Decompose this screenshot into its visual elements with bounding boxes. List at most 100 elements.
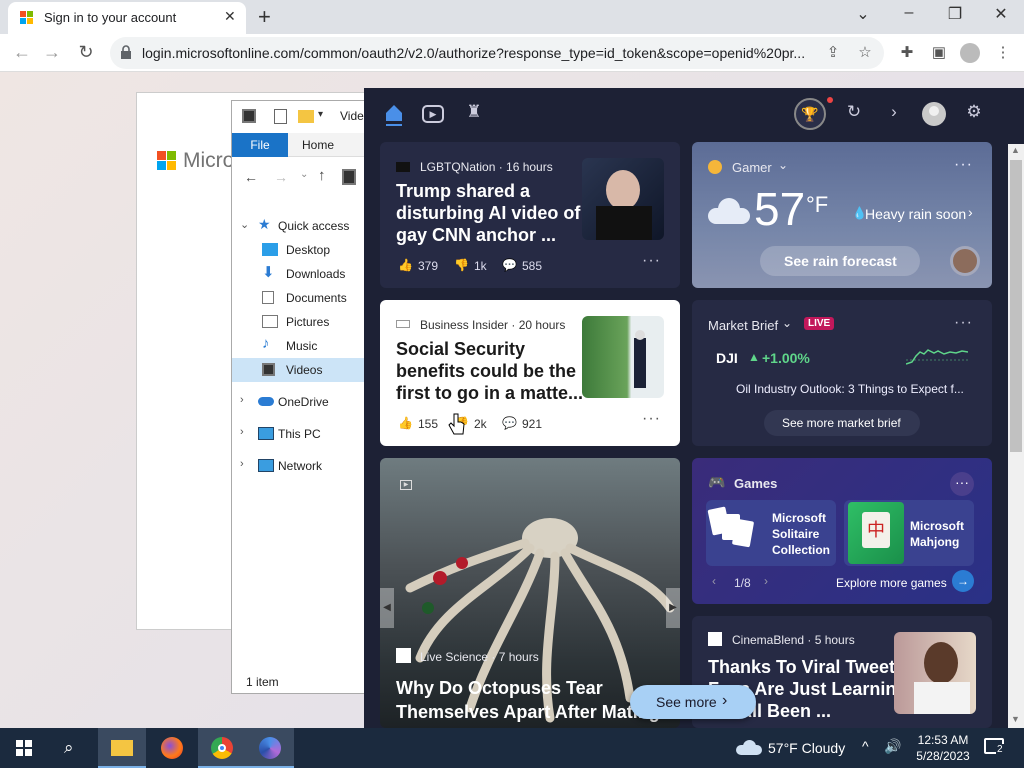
- news-headline[interactable]: Trump shared a disturbing AI video of ga…: [396, 180, 586, 246]
- chevron-right-icon[interactable]: ›: [240, 426, 244, 438]
- recent-locations-icon[interactable]: ⌄: [300, 169, 308, 180]
- news-headline-line1[interactable]: Thanks To Viral Tweet,: [708, 656, 908, 678]
- menu-kebab-icon[interactable]: ⋮: [992, 43, 1014, 61]
- notification-center-icon[interactable]: 2: [984, 738, 1004, 755]
- new-folder-icon[interactable]: [298, 110, 314, 123]
- games-title[interactable]: Games: [734, 476, 777, 491]
- back-icon[interactable]: ←: [10, 42, 34, 63]
- extensions-icon[interactable]: ✚: [896, 43, 918, 61]
- settings-gear-icon[interactable]: ⚙: [962, 102, 986, 126]
- window-close-icon[interactable]: ✕: [986, 4, 1016, 24]
- like-icon[interactable]: 👍: [398, 258, 413, 272]
- rewards-trophy-icon[interactable]: 🏆: [794, 98, 826, 130]
- see-more-button[interactable]: See more ›: [630, 685, 756, 719]
- tree-item-network[interactable]: › Network: [232, 454, 365, 478]
- bookmark-star-icon[interactable]: ☆: [854, 43, 876, 61]
- scroll-thumb[interactable]: [1010, 160, 1022, 452]
- video-play-icon[interactable]: ▶: [422, 105, 444, 123]
- chevron-up-icon[interactable]: ^: [862, 738, 869, 754]
- search-button[interactable]: ⌕: [48, 728, 96, 768]
- clock[interactable]: 12:53 AM 5/28/2023: [908, 732, 978, 764]
- chess-piece-icon[interactable]: ♜: [462, 102, 486, 126]
- games-card[interactable]: 🎮 Games ··· Microsoft Solitaire Collecti…: [692, 458, 992, 604]
- weather-location[interactable]: Gamer: [732, 160, 772, 175]
- scroll-up-icon[interactable]: ▲: [1011, 145, 1020, 155]
- chevron-down-icon[interactable]: ⌄: [782, 316, 792, 330]
- tree-item-documents[interactable]: Documents: [232, 286, 365, 310]
- taskbar-firefox[interactable]: [148, 728, 196, 768]
- taskbar-widgets-app[interactable]: [246, 728, 294, 768]
- chevron-right-icon[interactable]: ›: [882, 102, 906, 126]
- file-menu-tab[interactable]: File: [232, 133, 288, 157]
- explore-games-link[interactable]: Explore more games: [836, 576, 947, 590]
- browser-tab[interactable]: Sign in to your account ✕: [8, 2, 246, 34]
- tree-item-onedrive[interactable]: › OneDrive: [232, 390, 365, 414]
- share-icon[interactable]: ⇪: [822, 43, 844, 61]
- more-options-icon[interactable]: ···: [954, 156, 973, 174]
- comment-icon[interactable]: 💬: [502, 416, 517, 430]
- weather-condition[interactable]: Heavy rain soon: [865, 206, 966, 222]
- explorer-back-icon[interactable]: ←: [244, 169, 258, 185]
- tree-item-this-pc[interactable]: › This PC: [232, 422, 365, 446]
- taskbar-weather[interactable]: 57°F Cloudy: [768, 740, 845, 756]
- carousel-next-icon[interactable]: ▶: [666, 588, 680, 628]
- panel-scrollbar[interactable]: ▲ ▼: [1008, 144, 1024, 728]
- tree-item-videos[interactable]: Videos: [232, 358, 365, 382]
- new-tab-icon[interactable]: +: [258, 4, 271, 30]
- carousel-prev-icon[interactable]: ◀: [380, 588, 394, 628]
- market-title[interactable]: Market Brief: [708, 318, 778, 333]
- game-tile-mahjong[interactable]: 中 Microsoft Mahjong: [844, 500, 974, 566]
- like-icon[interactable]: 👍: [398, 416, 413, 430]
- tab-search-icon[interactable]: ⌄: [848, 4, 878, 24]
- news-headline[interactable]: Social Security benefits could be the fi…: [396, 338, 586, 404]
- minimize-icon[interactable]: –: [894, 4, 924, 22]
- market-story[interactable]: Oil Industry Outlook: 3 Things to Expect…: [736, 382, 964, 396]
- tab-close-icon[interactable]: ✕: [224, 8, 236, 25]
- tree-item-desktop[interactable]: Desktop: [232, 238, 365, 262]
- scroll-down-icon[interactable]: ▼: [1011, 714, 1020, 724]
- radar-map-icon[interactable]: [950, 246, 980, 276]
- tree-item-pictures[interactable]: Pictures: [232, 310, 365, 334]
- chevron-right-icon[interactable]: ›: [240, 394, 244, 406]
- home-tab[interactable]: Home: [302, 138, 334, 152]
- more-options-icon[interactable]: ···: [954, 314, 973, 332]
- carousel-next-icon[interactable]: ›: [764, 574, 768, 588]
- more-options-icon[interactable]: ···: [950, 472, 974, 496]
- arrow-right-icon[interactable]: →: [952, 570, 974, 592]
- news-card-business-insider[interactable]: Business Insider · 20 hours Social Secur…: [380, 300, 680, 446]
- volume-icon[interactable]: 🔊: [884, 738, 901, 755]
- explorer-forward-icon[interactable]: →: [274, 169, 288, 185]
- chevron-right-icon[interactable]: ›: [968, 204, 973, 220]
- forward-icon[interactable]: →: [40, 42, 64, 63]
- more-options-icon[interactable]: ···: [642, 252, 661, 270]
- tree-item-downloads[interactable]: ⬇ Downloads: [232, 262, 365, 286]
- properties-icon[interactable]: [274, 109, 287, 124]
- side-panel-icon[interactable]: ▣: [928, 43, 950, 61]
- taskbar-chrome[interactable]: [198, 728, 246, 768]
- weather-card[interactable]: Gamer ⌄ ··· 57 °F 💧 Heavy rain soon › Se…: [692, 142, 992, 288]
- tree-item-quick-access[interactable]: ⌄ ★ Quick access: [232, 214, 365, 238]
- restore-icon[interactable]: ❐: [940, 4, 970, 24]
- chevron-right-icon[interactable]: ›: [240, 458, 244, 470]
- home-icon[interactable]: [384, 102, 404, 126]
- carousel-prev-icon[interactable]: ‹: [712, 574, 716, 588]
- reload-icon[interactable]: ↻: [74, 42, 98, 63]
- chevron-down-icon[interactable]: ⌄: [778, 158, 788, 172]
- news-card-live-science[interactable]: ▶ ◀ ▶ Live Science · 7 hours Why Do Octo…: [380, 458, 680, 728]
- refresh-icon[interactable]: ↻: [842, 102, 866, 126]
- taskbar-cloud-icon[interactable]: [736, 740, 762, 755]
- up-folder-icon[interactable]: ↑: [318, 167, 326, 184]
- start-button[interactable]: [0, 728, 48, 768]
- game-tile-solitaire[interactable]: Microsoft Solitaire Collection: [706, 500, 836, 566]
- chevron-down-icon[interactable]: ⌄: [240, 218, 249, 231]
- more-options-icon[interactable]: ···: [642, 410, 661, 428]
- profile-avatar-icon[interactable]: [960, 43, 980, 63]
- taskbar-file-explorer[interactable]: [98, 728, 146, 768]
- quick-toolbar-dropdown-icon[interactable]: ▾: [318, 109, 323, 120]
- tree-item-music[interactable]: ♪ Music: [232, 334, 365, 358]
- temperature-unit[interactable]: °F: [806, 192, 828, 218]
- address-bar[interactable]: login.microsoftonline.com/common/oauth2/…: [110, 37, 884, 69]
- dislike-icon[interactable]: 👎: [454, 258, 469, 272]
- rain-forecast-button[interactable]: See rain forecast: [760, 246, 920, 276]
- market-brief-card[interactable]: Market Brief ⌄ LIVE ··· DJI ▲ +1.00% Oil…: [692, 300, 992, 446]
